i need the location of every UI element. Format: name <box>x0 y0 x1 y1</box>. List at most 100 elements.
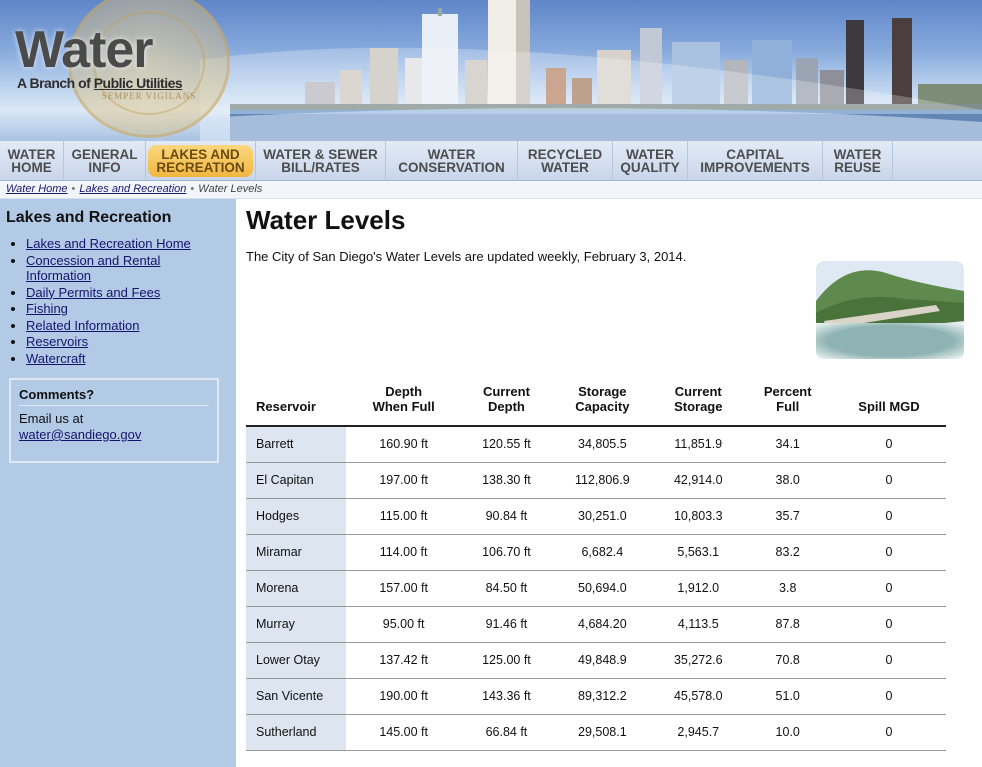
cell-depth-when-full: 160.90 ft <box>346 426 462 463</box>
cell-current-depth: 138.30 ft <box>461 462 552 499</box>
breadcrumb-current: Water Levels <box>198 183 263 195</box>
col-header-reservoir: Reservoir <box>246 383 346 427</box>
cell-percent-full: 10.0 <box>743 714 832 751</box>
lake-image <box>816 261 964 359</box>
site-subtitle: A Branch of Public Utilities <box>17 75 183 91</box>
water-levels-table: Reservoir Depth When Full Current Depth St… <box>246 383 946 751</box>
nav-water-conservation[interactable]: WATER CONSERVATION <box>386 141 518 181</box>
comments-email-link[interactable]: water@sandiego.gov <box>19 427 209 443</box>
cell-storage-capacity: 50,694.0 <box>551 570 654 607</box>
nav-water-quality[interactable]: WATER QUALITY <box>613 141 688 181</box>
cell-current-storage: 1,912.0 <box>653 570 744 607</box>
col-header-storage-capacity: Storage Capacity <box>551 383 654 427</box>
table-row: Hodges 115.00 ft 90.84 ft 30,251.0 10,80… <box>246 498 946 535</box>
cell-reservoir: Sutherland <box>246 714 346 751</box>
sidebar-link-watercraft[interactable]: Watercraft <box>26 351 85 366</box>
cell-reservoir: El Capitan <box>246 462 346 499</box>
cell-percent-full: 87.8 <box>743 606 832 643</box>
nav-label: CONSERVATION <box>398 160 505 175</box>
cell-current-depth: 90.84 ft <box>461 498 552 535</box>
cell-spill-mgd: 0 <box>832 570 946 607</box>
comments-title: Comments? <box>19 387 209 406</box>
cell-current-depth: 120.55 ft <box>461 426 552 463</box>
public-utilities-link[interactable]: Public Utilities <box>94 75 183 91</box>
cell-current-storage: 11,851.9 <box>653 426 744 463</box>
main-content: Water Levels The City of San Diego's Wat… <box>236 199 982 767</box>
cell-percent-full: 83.2 <box>743 534 832 571</box>
cell-reservoir: Morena <box>246 570 346 607</box>
cell-current-storage: 2,945.7 <box>653 714 744 751</box>
cell-spill-mgd: 0 <box>832 498 946 535</box>
cell-depth-when-full: 114.00 ft <box>346 534 462 571</box>
cell-depth-when-full: 190.00 ft <box>346 678 462 715</box>
nav-lakes-and-recreation[interactable]: LAKES AND RECREATION <box>146 141 256 181</box>
sidebar-item: Lakes and Recreation Home <box>26 236 226 252</box>
cell-current-storage: 10,803.3 <box>653 498 744 535</box>
cell-spill-mgd: 0 <box>832 462 946 499</box>
site-title[interactable]: Water <box>15 20 154 80</box>
cell-storage-capacity: 30,251.0 <box>551 498 654 535</box>
table-row: Lower Otay 137.42 ft 125.00 ft 49,848.9 … <box>246 642 946 679</box>
comments-box: Comments? Email us at water@sandiego.gov <box>9 378 219 463</box>
nav-general-info[interactable]: GENERAL INFO <box>64 141 146 181</box>
cell-reservoir: Hodges <box>246 498 346 535</box>
nav-water-home[interactable]: WATER HOME <box>0 141 64 181</box>
cell-reservoir: Barrett <box>246 426 346 463</box>
seal-motto: SEMPER VIGILANS <box>101 91 197 101</box>
breadcrumb-lakes-and-recreation[interactable]: Lakes and Recreation <box>79 183 186 195</box>
sidebar-link-permits-fees[interactable]: Daily Permits and Fees <box>26 285 160 300</box>
nav-label: RECREATION <box>156 160 245 175</box>
cell-reservoir: San Vicente <box>246 678 346 715</box>
nav-water-reuse[interactable]: WATER REUSE <box>823 141 893 181</box>
table-row: Sutherland 145.00 ft 66.84 ft 29,508.1 2… <box>246 714 946 751</box>
sidebar-link-reservoirs[interactable]: Reservoirs <box>26 334 88 349</box>
sidebar-title: Lakes and Recreation <box>6 209 172 226</box>
cell-reservoir: Lower Otay <box>246 642 346 679</box>
table-row: San Vicente 190.00 ft 143.36 ft 89,312.2… <box>246 678 946 715</box>
nav-water-sewer-bill-rates[interactable]: WATER & SEWER BILL/RATES <box>256 141 386 181</box>
cell-spill-mgd: 0 <box>832 534 946 571</box>
sidebar-link-fishing[interactable]: Fishing <box>26 301 68 316</box>
breadcrumb: Water Home • Lakes and Recreation • Water Le… <box>0 181 982 199</box>
cell-depth-when-full: 145.00 ft <box>346 714 462 751</box>
table-row: Barrett 160.90 ft 120.55 ft 34,805.5 11,… <box>246 426 946 463</box>
cell-percent-full: 35.7 <box>743 498 832 535</box>
sidebar-item: Watercraft <box>26 351 226 367</box>
cell-spill-mgd: 0 <box>832 714 946 751</box>
sidebar-item: Fishing <box>26 301 226 317</box>
cell-depth-when-full: 137.42 ft <box>346 642 462 679</box>
table-row: Murray 95.00 ft 91.46 ft 4,684.20 4,113.… <box>246 606 946 643</box>
cell-percent-full: 34.1 <box>743 426 832 463</box>
cell-current-storage: 45,578.0 <box>653 678 744 715</box>
cell-percent-full: 38.0 <box>743 462 832 499</box>
col-header-current-storage: Current Storage <box>653 383 744 427</box>
cell-storage-capacity: 29,508.1 <box>551 714 654 751</box>
nav-recycled-water[interactable]: RECYCLED WATER <box>518 141 613 181</box>
cell-spill-mgd: 0 <box>832 642 946 679</box>
header-banner: SEMPER VIGILANS Water A Branch of Public… <box>0 0 982 141</box>
sidebar: Lakes and Recreation Lakes and Recreatio… <box>0 199 236 767</box>
sidebar-link-concession[interactable]: Concession and Rental Information <box>26 253 160 284</box>
cell-storage-capacity: 49,848.9 <box>551 642 654 679</box>
top-navigation: WATER HOME GENERAL INFO LAKES AND RECREATIO… <box>0 141 982 181</box>
sidebar-link-lakes-home[interactable]: Lakes and Recreation Home <box>26 236 191 251</box>
cell-storage-capacity: 4,684.20 <box>551 606 654 643</box>
cell-percent-full: 70.8 <box>743 642 832 679</box>
cell-storage-capacity: 89,312.2 <box>551 678 654 715</box>
breadcrumb-separator: • <box>190 183 195 195</box>
cell-storage-capacity: 6,682.4 <box>551 534 654 571</box>
cell-percent-full: 3.8 <box>743 570 832 607</box>
nav-label: QUALITY <box>620 160 680 175</box>
cell-current-depth: 143.36 ft <box>461 678 552 715</box>
cell-reservoir: Murray <box>246 606 346 643</box>
sidebar-link-related-info[interactable]: Related Information <box>26 318 139 333</box>
cell-current-storage: 4,113.5 <box>653 606 744 643</box>
breadcrumb-water-home[interactable]: Water Home <box>6 183 68 195</box>
cell-current-depth: 66.84 ft <box>461 714 552 751</box>
nav-label: REUSE <box>834 160 881 175</box>
nav-capital-improvements[interactable]: CAPITAL IMPROVEMENTS <box>688 141 823 181</box>
cell-current-depth: 125.00 ft <box>461 642 552 679</box>
page-title: Water Levels <box>246 205 406 235</box>
cell-current-storage: 5,563.1 <box>653 534 744 571</box>
intro-text: The City of San Diego's Water Levels are… <box>246 249 687 264</box>
